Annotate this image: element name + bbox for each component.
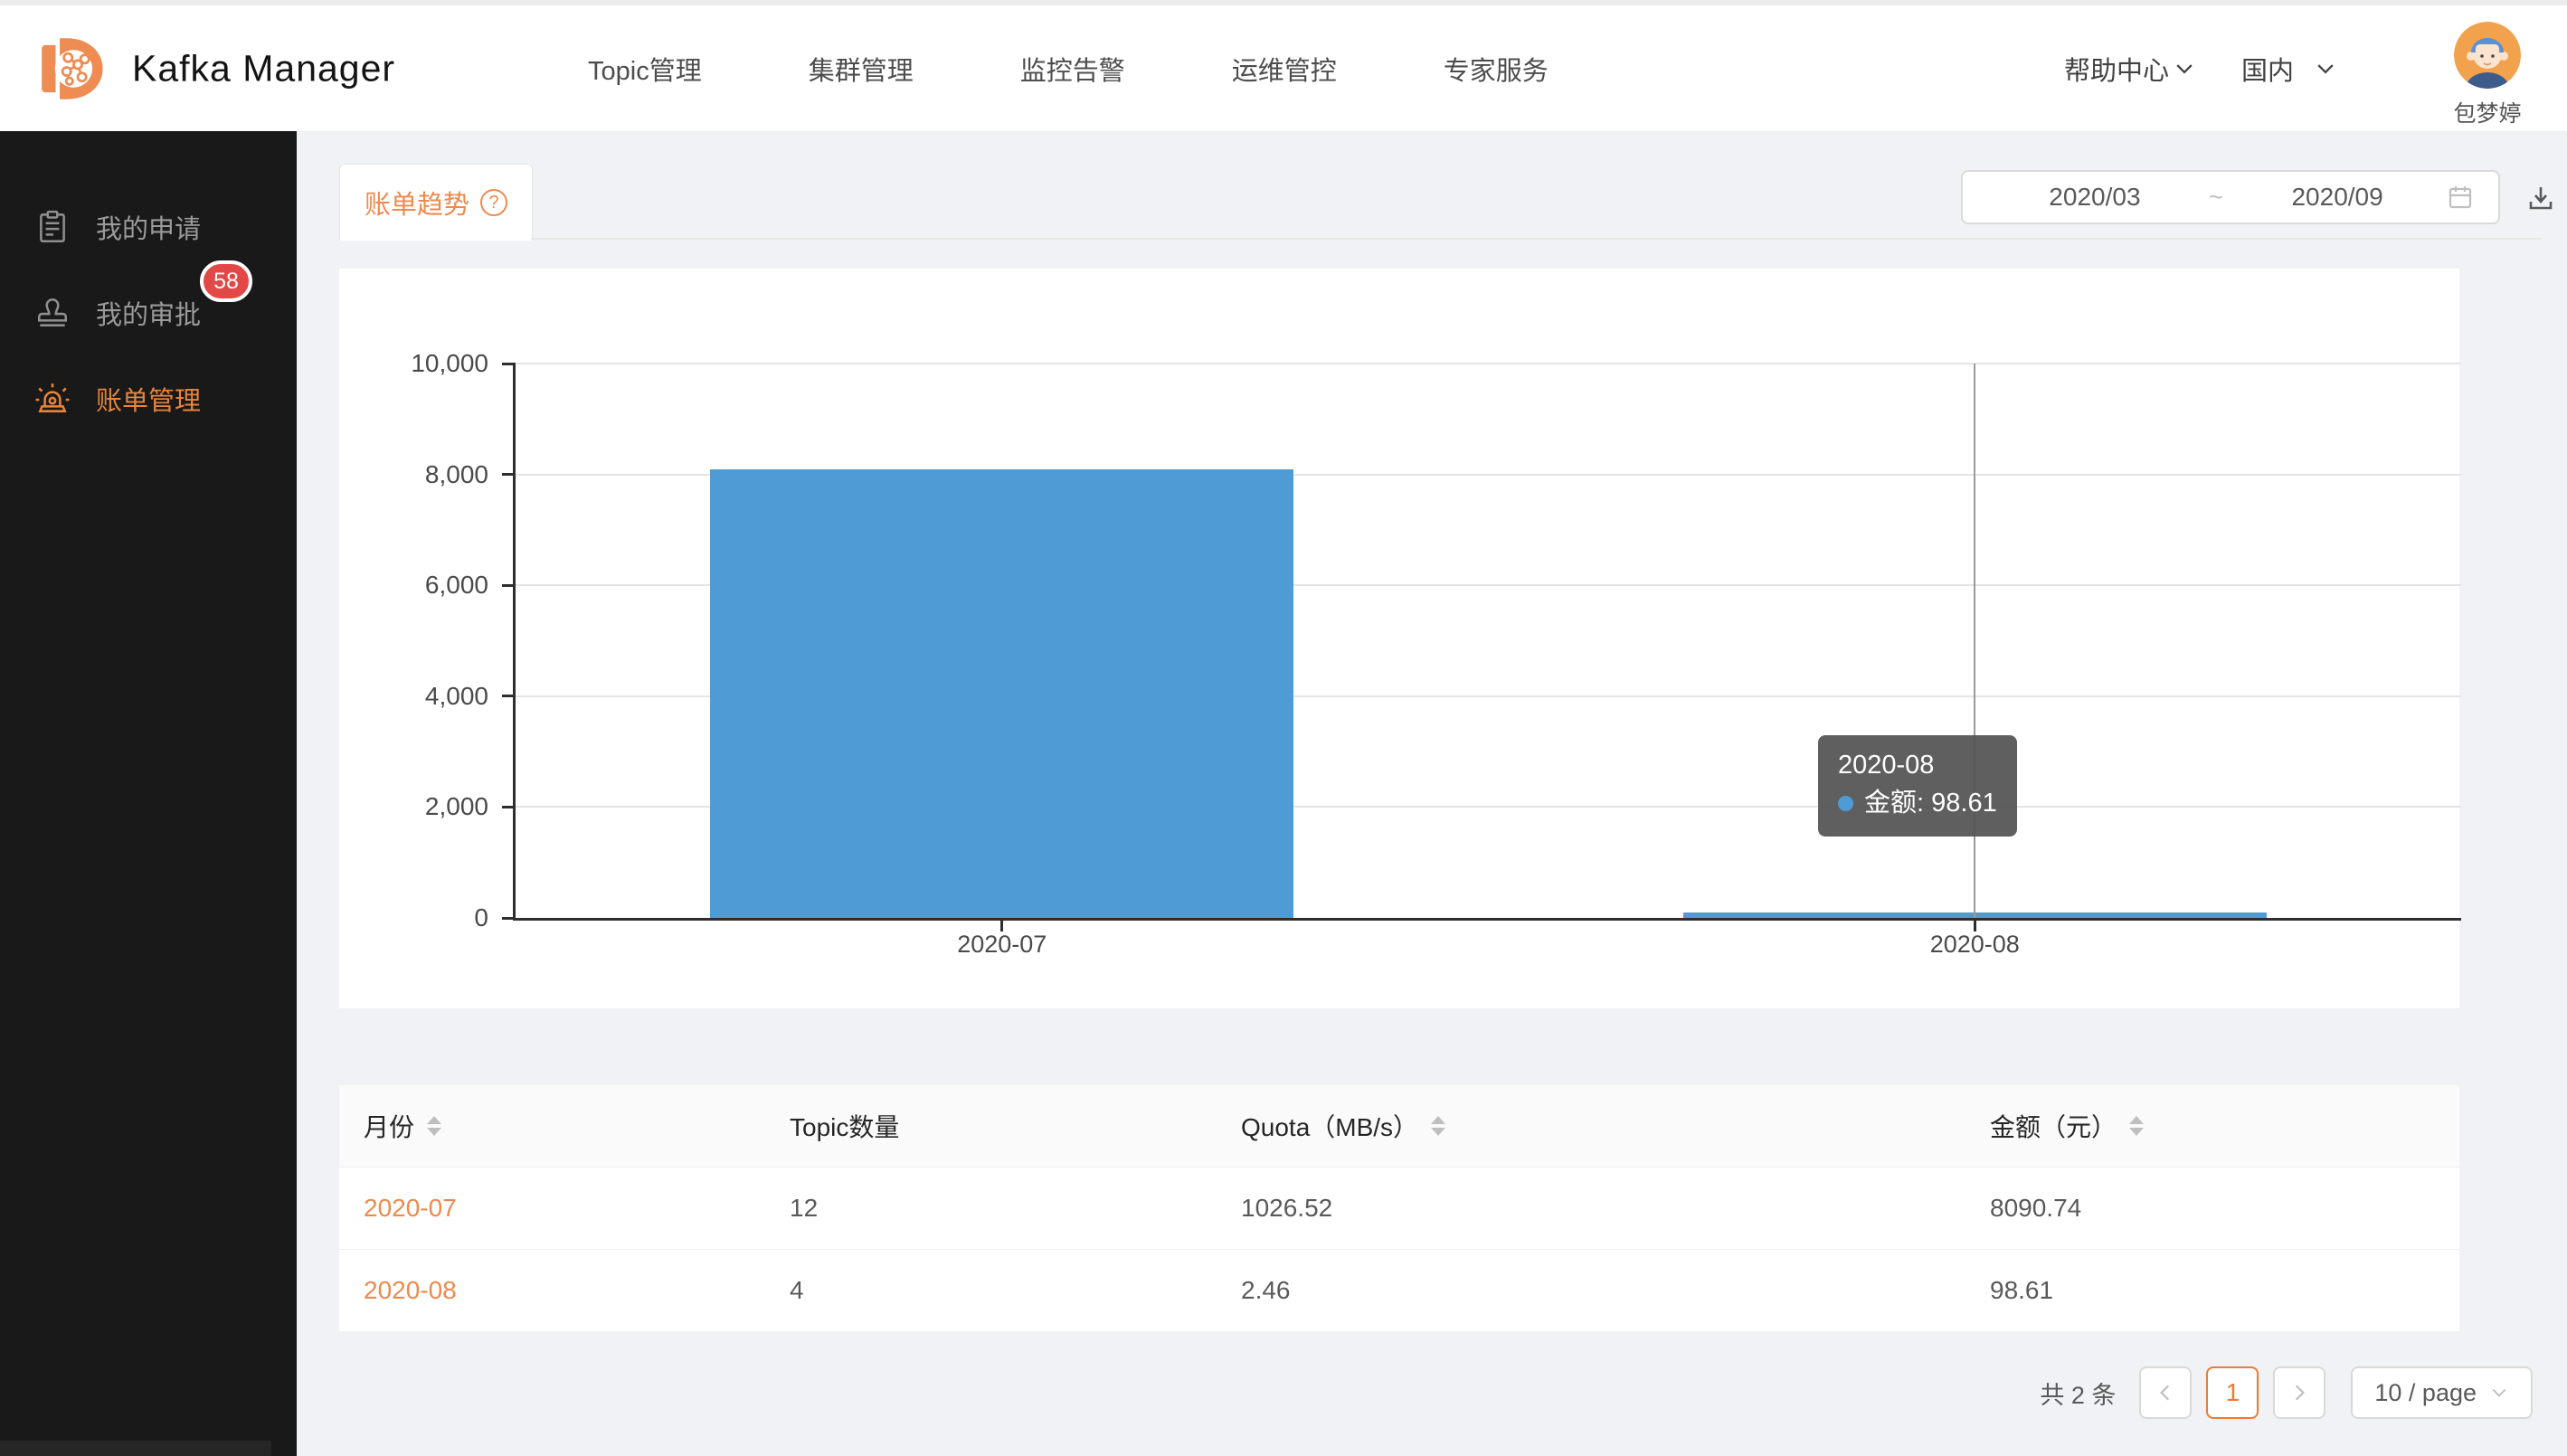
nav-expert[interactable]: 专家服务 <box>1444 50 1549 88</box>
bar-2020-07[interactable] <box>710 469 1293 918</box>
cell-amount: 98.61 <box>1990 1276 2459 1305</box>
prev-page-button[interactable] <box>2139 1366 2192 1419</box>
pagination: 共 2 条 1 10 / page <box>339 1366 2533 1420</box>
region-menu[interactable]: 国内 <box>2241 50 2337 88</box>
month-link[interactable]: 2020-07 <box>364 1194 457 1222</box>
x-axis-tick-label: 2020-08 <box>1839 931 2110 959</box>
y-axis-tick-label: 8,000 <box>308 459 488 491</box>
y-axis-tick-label: 6,000 <box>308 569 488 601</box>
y-axis-tick-label: 2,000 <box>308 790 488 823</box>
tooltip-row: 金额: 98.61 <box>1838 784 1997 822</box>
column-header-topics: Topic数量 <box>790 1108 1241 1144</box>
sidebar-menu: 我的申请 我的审批 账单管理 <box>0 131 297 441</box>
tabbar-divider <box>531 238 2542 240</box>
tooltip-value: 98.61 <box>1931 789 1997 818</box>
sidebar-collapse-bar[interactable] <box>0 1441 271 1456</box>
billing-trend-chart-card: 2020-08 金额: 98.61 02,0004,0006,0008,0001… <box>339 269 2459 1008</box>
sidebar: 我的申请 我的审批 账单管理 58 <box>0 131 297 1456</box>
sort-icon[interactable] <box>1431 1116 1445 1136</box>
y-axis-tick-label: 10,000 <box>308 347 488 380</box>
page-size-select[interactable]: 10 / page <box>2351 1366 2533 1419</box>
column-header-month[interactable]: 月份 <box>364 1108 790 1144</box>
page-1-button[interactable]: 1 <box>2206 1366 2259 1419</box>
user-menu[interactable]: 包梦婷 <box>2447 22 2528 128</box>
y-axis-tick <box>502 695 516 697</box>
chevron-down-icon <box>2173 57 2196 80</box>
y-gridline <box>516 363 2461 364</box>
y-axis-tick <box>502 363 516 365</box>
app-title: Kafka Manager <box>132 47 395 90</box>
next-page-button[interactable] <box>2273 1366 2325 1419</box>
table-row: 2020-08 4 2.46 98.61 <box>339 1250 2459 1332</box>
table-header-row: 月份 Topic数量 Quota（MB/s） 金额（元） <box>339 1085 2459 1168</box>
user-avatar[interactable] <box>2454 22 2521 89</box>
main-nav: Topic管理 集群管理 监控告警 运维管控 专家服务 <box>588 5 1549 131</box>
stamp-icon <box>34 295 71 331</box>
nav-ops[interactable]: 运维管控 <box>1232 50 1337 88</box>
nav-monitor[interactable]: 监控告警 <box>1020 50 1125 88</box>
cell-topics: 4 <box>790 1276 1241 1305</box>
approvals-count-badge: 58 <box>200 260 252 302</box>
sort-icon[interactable] <box>427 1116 441 1136</box>
nav-cluster[interactable]: 集群管理 <box>809 50 914 88</box>
help-center-menu[interactable]: 帮助中心 <box>2064 50 2196 88</box>
y-axis-tick <box>502 806 516 808</box>
calendar-icon <box>2446 183 2475 212</box>
sidebar-item-billing[interactable]: 账单管理 <box>0 355 297 441</box>
chevron-left-icon <box>2155 1383 2175 1403</box>
nav-topic[interactable]: Topic管理 <box>588 50 702 88</box>
navbar: Kafka Manager Topic管理 集群管理 监控告警 运维管控 专家服… <box>0 5 2567 132</box>
month-link[interactable]: 2020-08 <box>364 1276 457 1304</box>
chart-tooltip: 2020-08 金额: 98.61 <box>1818 735 2017 837</box>
y-axis-tick <box>502 584 516 587</box>
download-icon <box>2524 182 2557 214</box>
column-header-amount[interactable]: 金额（元） <box>1990 1108 2459 1144</box>
clipboard-icon <box>34 209 71 245</box>
billing-table: 月份 Topic数量 Quota（MB/s） 金额（元） 2020-07 12 … <box>339 1085 2459 1332</box>
y-axis-tick-label: 4,000 <box>308 680 488 713</box>
cell-quota: 1026.52 <box>1241 1194 1990 1223</box>
y-axis-tick-label: 0 <box>308 902 488 934</box>
chevron-down-icon <box>2489 1383 2509 1403</box>
app-logo-icon[interactable] <box>36 27 119 110</box>
user-name: 包梦婷 <box>2453 96 2521 128</box>
chevron-right-icon <box>2289 1383 2309 1403</box>
tooltip-title: 2020-08 <box>1838 746 1997 784</box>
download-button[interactable] <box>2520 177 2562 219</box>
alarm-light-icon <box>34 381 71 417</box>
series-dot-icon <box>1838 796 1853 811</box>
chevron-down-icon <box>2314 57 2337 80</box>
x-axis-tick-label: 2020-07 <box>867 931 1138 959</box>
date-end-input[interactable]: 2020/09 <box>2229 183 2446 212</box>
date-range-picker[interactable]: 2020/03 ~ 2020/09 <box>1961 170 2500 224</box>
cell-amount: 8090.74 <box>1990 1194 2459 1223</box>
column-header-quota[interactable]: Quota（MB/s） <box>1241 1108 1990 1144</box>
date-start-input[interactable]: 2020/03 <box>1986 183 2203 212</box>
tab-billing-trend[interactable]: 账单趋势 ? <box>339 164 533 241</box>
chart-plot: 2020-08 金额: 98.61 02,0004,0006,0008,0001… <box>513 364 2461 921</box>
sidebar-item-my-applications[interactable]: 我的申请 <box>0 184 297 269</box>
cell-quota: 2.46 <box>1241 1276 1990 1305</box>
pagination-total: 共 2 条 <box>2040 1376 2116 1411</box>
date-range-separator: ~ <box>2203 183 2229 212</box>
question-circle-icon[interactable]: ? <box>480 189 507 216</box>
table-row: 2020-07 12 1026.52 8090.74 <box>339 1168 2459 1250</box>
y-axis-tick <box>502 917 516 920</box>
page: Kafka Manager Topic管理 集群管理 监控告警 运维管控 专家服… <box>0 0 2567 1456</box>
cell-topics: 12 <box>790 1194 1241 1223</box>
y-axis-tick <box>502 473 516 476</box>
sort-icon[interactable] <box>2129 1116 2144 1136</box>
